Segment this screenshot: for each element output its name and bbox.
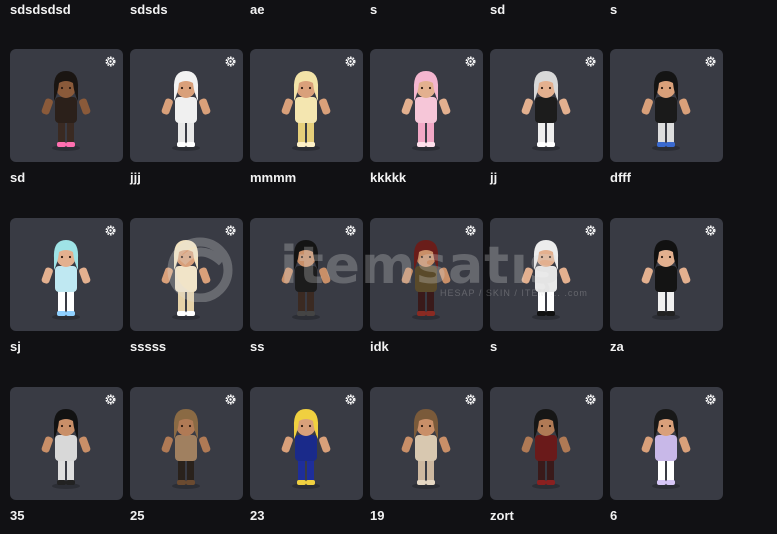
outfit-card[interactable] — [610, 49, 723, 162]
outfit-card[interactable] — [10, 218, 123, 331]
outfit-card[interactable] — [10, 387, 123, 500]
outfit-card[interactable] — [370, 218, 483, 331]
outfit-name[interactable]: 23 — [250, 508, 264, 524]
gear-icon[interactable] — [344, 393, 357, 406]
outfit-name[interactable]: sd — [490, 2, 505, 18]
outfit-name[interactable]: kkkkk — [370, 170, 406, 186]
outfit-card[interactable] — [250, 49, 363, 162]
gear-icon[interactable] — [464, 393, 477, 406]
outfit-card[interactable] — [130, 218, 243, 331]
gear-icon[interactable] — [584, 393, 597, 406]
outfit-name[interactable]: s — [370, 2, 377, 18]
outfit-card[interactable] — [490, 387, 603, 500]
gear-icon[interactable] — [344, 224, 357, 237]
gear-icon[interactable] — [584, 224, 597, 237]
gear-icon[interactable] — [224, 55, 237, 68]
outfit-name[interactable]: sj — [10, 339, 21, 355]
outfit-name[interactable]: za — [610, 339, 624, 355]
outfit-card[interactable] — [370, 49, 483, 162]
gear-icon[interactable] — [464, 224, 477, 237]
outfit-name[interactable]: sdsdsdsd — [10, 2, 71, 18]
outfit-card[interactable] — [250, 218, 363, 331]
outfit-card[interactable] — [610, 387, 723, 500]
gear-icon[interactable] — [344, 55, 357, 68]
outfit-name[interactable]: ae — [250, 2, 264, 18]
outfit-card[interactable] — [10, 49, 123, 162]
gear-icon[interactable] — [104, 55, 117, 68]
outfit-name[interactable]: mmmm — [250, 170, 296, 186]
gear-icon[interactable] — [704, 393, 717, 406]
outfit-card[interactable] — [490, 218, 603, 331]
outfit-card[interactable] — [130, 49, 243, 162]
outfit-card[interactable] — [250, 387, 363, 500]
gear-icon[interactable] — [224, 393, 237, 406]
outfit-name[interactable]: 35 — [10, 508, 24, 524]
outfit-name[interactable]: 19 — [370, 508, 384, 524]
gear-icon[interactable] — [704, 224, 717, 237]
outfit-name[interactable]: dfff — [610, 170, 631, 186]
outfit-card[interactable] — [490, 49, 603, 162]
outfit-name[interactable]: ss — [250, 339, 264, 355]
outfit-name[interactable]: jj — [490, 170, 497, 186]
outfit-card[interactable] — [370, 387, 483, 500]
outfit-name[interactable]: 6 — [610, 508, 617, 524]
gear-icon[interactable] — [584, 55, 597, 68]
outfit-name[interactable]: sd — [10, 170, 25, 186]
outfit-name[interactable]: s — [490, 339, 497, 355]
outfit-name[interactable]: 25 — [130, 508, 144, 524]
gear-icon[interactable] — [704, 55, 717, 68]
gear-icon[interactable] — [224, 224, 237, 237]
outfit-name[interactable]: idk — [370, 339, 389, 355]
outfit-name[interactable]: zort — [490, 508, 514, 524]
outfit-name[interactable]: s — [610, 2, 617, 18]
outfit-card[interactable] — [610, 218, 723, 331]
outfit-card[interactable] — [130, 387, 243, 500]
outfit-name[interactable]: sssss — [130, 339, 166, 355]
outfit-name[interactable]: jjj — [130, 170, 141, 186]
gear-icon[interactable] — [104, 393, 117, 406]
gear-icon[interactable] — [104, 224, 117, 237]
avatar-grid: sdsdsdsd sdsds ae s sd s sd jjj mmmm kkk… — [0, 0, 777, 534]
outfit-name[interactable]: sdsds — [130, 2, 168, 18]
gear-icon[interactable] — [464, 55, 477, 68]
